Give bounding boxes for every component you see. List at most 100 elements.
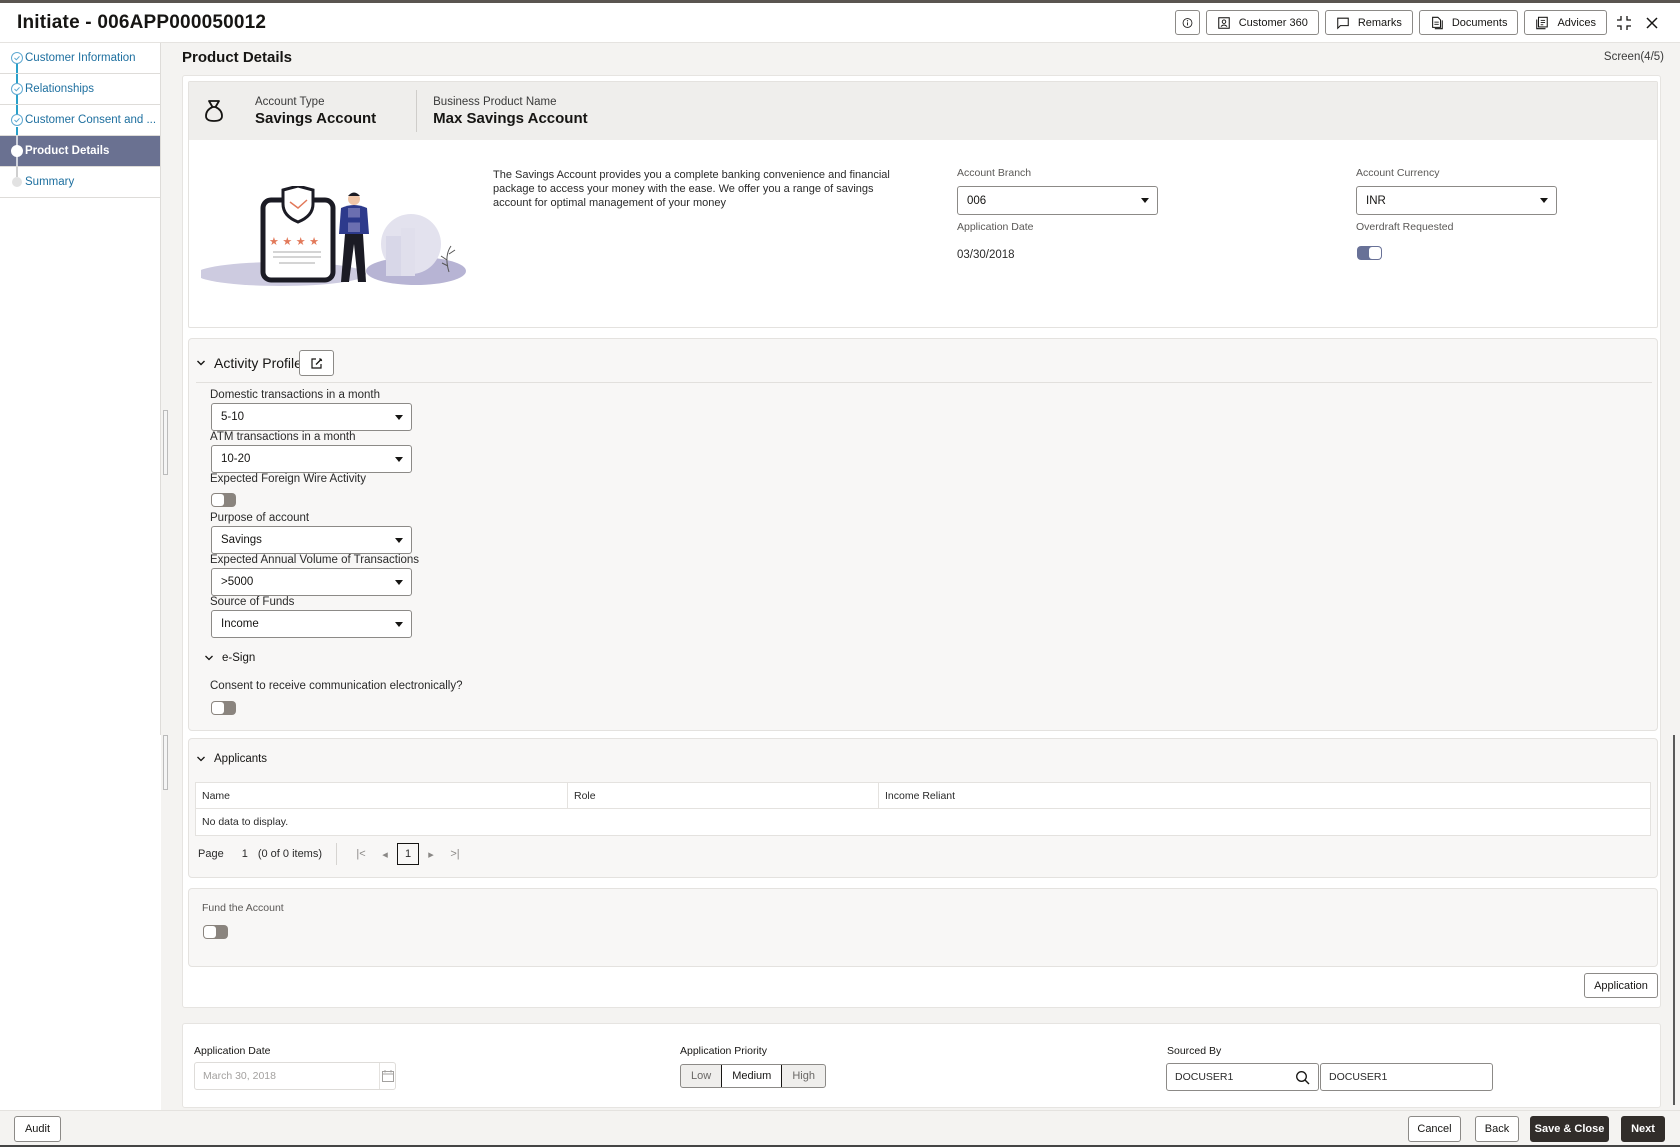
next-page-icon[interactable]: ▸ bbox=[419, 848, 443, 861]
scrollbar-track[interactable] bbox=[1673, 735, 1675, 1105]
last-page-icon[interactable]: >| bbox=[443, 848, 467, 860]
account-branch-label: Account Branch bbox=[957, 167, 1032, 179]
purpose-value: Savings bbox=[221, 534, 262, 546]
sourced-by-id-input[interactable]: DOCUSER1 bbox=[1166, 1063, 1319, 1091]
svg-text:★ ★ ★ ★: ★ ★ ★ ★ bbox=[269, 235, 319, 248]
domestic-transactions-value: 5-10 bbox=[221, 411, 245, 423]
cancel-button[interactable]: Cancel bbox=[1408, 1116, 1461, 1142]
sourced-by-name-input[interactable]: DOCUSER1 bbox=[1320, 1063, 1493, 1091]
edit-icon bbox=[311, 357, 323, 369]
foreign-wire-label: Expected Foreign Wire Activity bbox=[210, 473, 366, 485]
documents-label: Documents bbox=[1451, 16, 1508, 29]
annual-volume-select[interactable]: >5000 bbox=[211, 568, 412, 596]
current-page-button[interactable]: 1 bbox=[397, 843, 420, 865]
source-funds-select[interactable]: Income bbox=[211, 610, 412, 638]
first-page-icon[interactable]: |< bbox=[349, 848, 373, 860]
save-close-button[interactable]: Save & Close bbox=[1530, 1116, 1609, 1142]
chevron-down-icon bbox=[197, 756, 205, 762]
sidebar-item-product-details[interactable]: Product Details bbox=[0, 136, 160, 167]
sidebar-item-label: Customer Information bbox=[25, 52, 136, 64]
overdraft-toggle[interactable] bbox=[1357, 246, 1382, 260]
account-currency-value: INR bbox=[1366, 194, 1386, 207]
product-header: Account Type Savings Account Business Pr… bbox=[189, 82, 1657, 140]
page-label: Page bbox=[198, 848, 224, 860]
activity-profile-toggle[interactable]: Activity Profile bbox=[196, 355, 302, 371]
esign-toggle[interactable]: e-Sign bbox=[204, 652, 255, 664]
search-icon[interactable] bbox=[1295, 1070, 1310, 1085]
info-button[interactable] bbox=[1174, 10, 1200, 35]
step-connector bbox=[16, 95, 18, 104]
calendar-button[interactable] bbox=[379, 1063, 395, 1089]
chevron-down-icon bbox=[205, 655, 213, 661]
account-currency-select[interactable]: INR bbox=[1356, 186, 1557, 215]
business-product-label: Business Product Name bbox=[433, 95, 557, 108]
scrollbar-thumb[interactable] bbox=[163, 410, 168, 475]
esign-consent-label: Consent to receive communication electro… bbox=[210, 680, 463, 692]
caret-down-icon bbox=[395, 579, 403, 585]
purpose-label: Purpose of account bbox=[210, 512, 310, 524]
priority-medium[interactable]: Medium bbox=[721, 1065, 783, 1087]
advices-button[interactable]: Advices bbox=[1524, 10, 1607, 35]
priority-segmented-control: Low Medium High bbox=[680, 1064, 826, 1088]
applicants-table: Name Role Income Reliant No data to disp… bbox=[195, 782, 1651, 836]
scrollbar-thumb[interactable] bbox=[163, 735, 168, 790]
empty-message: No data to display. bbox=[202, 816, 289, 828]
account-branch-select[interactable]: 006 bbox=[957, 186, 1158, 215]
chevron-down-icon bbox=[197, 360, 205, 366]
back-button[interactable]: Back bbox=[1475, 1116, 1519, 1142]
column-header-name[interactable]: Name bbox=[196, 783, 567, 808]
sidebar-item-label: Customer Consent and ... bbox=[25, 114, 157, 126]
fund-account-toggle[interactable] bbox=[203, 925, 228, 939]
remarks-button[interactable]: Remarks bbox=[1324, 10, 1413, 35]
sidebar-item-relationships[interactable]: Relationships bbox=[0, 74, 160, 105]
caret-down-icon bbox=[395, 537, 403, 543]
source-funds-value: Income bbox=[221, 618, 259, 630]
column-header-income-reliant[interactable]: Income Reliant bbox=[878, 783, 1650, 808]
documents-button[interactable]: Documents bbox=[1418, 10, 1519, 35]
domestic-transactions-select[interactable]: 5-10 bbox=[211, 403, 412, 431]
pagination: Page 1 (0 of 0 items) |< ◂ 1 ▸ >| bbox=[198, 843, 467, 865]
screen-indicator: Screen(4/5) bbox=[1603, 51, 1664, 63]
page-number: 1 bbox=[241, 848, 248, 860]
step-connector bbox=[16, 127, 18, 135]
caret-down-icon bbox=[395, 414, 403, 420]
atm-transactions-value: 10-20 bbox=[221, 453, 251, 465]
prev-page-icon[interactable]: ◂ bbox=[373, 848, 397, 861]
esign-consent-toggle[interactable] bbox=[211, 701, 236, 715]
application-date-value: 03/30/2018 bbox=[957, 249, 1015, 261]
collapse-button[interactable] bbox=[1613, 12, 1635, 34]
advices-label: Advices bbox=[1557, 16, 1596, 29]
account-currency-label: Account Currency bbox=[1356, 167, 1440, 179]
sidebar-item-label: Relationships bbox=[25, 83, 95, 95]
priority-label: Application Priority bbox=[680, 1045, 767, 1057]
application-button[interactable]: Application bbox=[1584, 973, 1658, 998]
header-actions: Customer 360 Remarks Documents Advices bbox=[1174, 10, 1663, 35]
sourced-by-id-value: DOCUSER1 bbox=[1175, 1071, 1234, 1083]
atm-transactions-select[interactable]: 10-20 bbox=[211, 445, 412, 473]
edit-button[interactable] bbox=[299, 350, 334, 376]
sidebar-item-customer-consent[interactable]: Customer Consent and ... bbox=[0, 105, 160, 136]
applicants-toggle[interactable]: Applicants bbox=[196, 753, 267, 765]
audit-button[interactable]: Audit bbox=[14, 1116, 61, 1142]
esign-title: e-Sign bbox=[222, 652, 256, 664]
foreign-wire-toggle[interactable] bbox=[211, 493, 236, 507]
check-icon bbox=[11, 52, 23, 64]
priority-low[interactable]: Low bbox=[681, 1065, 721, 1087]
product-card: Account Type Savings Account Business Pr… bbox=[188, 81, 1658, 328]
sidebar-item-summary[interactable]: Summary bbox=[0, 167, 160, 198]
close-button[interactable] bbox=[1641, 12, 1663, 34]
close-icon bbox=[1646, 16, 1658, 29]
purpose-select[interactable]: Savings bbox=[211, 526, 412, 554]
sidebar-item-customer-information[interactable]: Customer Information bbox=[0, 43, 160, 74]
page-title: Product Details bbox=[182, 49, 293, 66]
info-icon bbox=[1182, 17, 1193, 28]
customer-360-button[interactable]: Customer 360 bbox=[1205, 10, 1319, 35]
app-date-input[interactable]: March 30, 2018 bbox=[194, 1062, 396, 1090]
sourced-by-name-value: DOCUSER1 bbox=[1329, 1071, 1388, 1083]
atm-transactions-label: ATM transactions in a month bbox=[210, 431, 356, 443]
priority-high[interactable]: High bbox=[782, 1065, 825, 1087]
next-button[interactable]: Next bbox=[1621, 1116, 1665, 1142]
account-type-value: Savings Account bbox=[255, 109, 377, 127]
money-bag-icon bbox=[189, 99, 239, 123]
column-header-role[interactable]: Role bbox=[567, 783, 878, 808]
